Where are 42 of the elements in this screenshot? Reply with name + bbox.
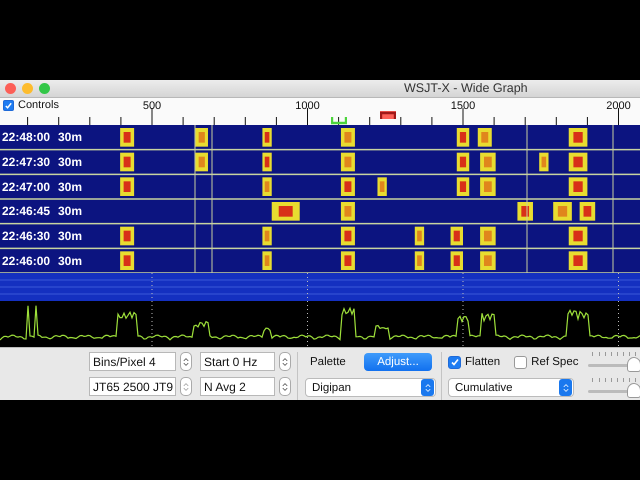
n-avg-field[interactable]: N Avg 2 — [200, 377, 275, 396]
spinner-icon[interactable] — [180, 377, 192, 396]
check-icon — [450, 357, 460, 367]
frequency-label: 2000 — [606, 100, 631, 112]
timestamp-label: 22:46:30 — [1, 228, 52, 243]
ref-spec-checkbox[interactable]: Ref Spec — [514, 356, 578, 368]
updown-arrow-icon — [562, 382, 568, 392]
controls-checkbox[interactable]: Controls — [3, 99, 59, 111]
spinner-icon[interactable] — [279, 377, 291, 396]
band-label: 30m — [57, 228, 82, 243]
spectrum-type-dropdown[interactable]: Cumulative — [448, 378, 574, 397]
flatten-checkbox[interactable]: Flatten — [448, 356, 500, 368]
zoom-button[interactable] — [39, 83, 50, 94]
palette-dropdown[interactable]: Digipan — [305, 378, 436, 397]
band-label: 30m — [57, 130, 82, 144]
bracket-icon[interactable] — [330, 117, 347, 125]
bracket-icon[interactable] — [380, 111, 396, 119]
start-frequency-field[interactable]: Start 0 Hz — [200, 352, 275, 371]
spinner-icon[interactable] — [279, 352, 291, 371]
band-label: 30m — [57, 204, 82, 218]
band-label: 30m — [57, 254, 82, 268]
band-label: 30m — [57, 154, 82, 169]
band-label: 30m — [57, 180, 82, 194]
slider[interactable] — [588, 378, 640, 400]
window-title: WSJT-X - Wide Graph — [404, 81, 528, 95]
check-icon — [4, 100, 13, 110]
close-button[interactable] — [5, 83, 16, 94]
frequency-label: 1000 — [295, 100, 320, 112]
updown-arrow-icon — [424, 382, 430, 392]
timestamp-label: 22:48:00 — [1, 130, 52, 144]
bins-per-pixel-field[interactable]: Bins/Pixel 4 — [89, 352, 176, 371]
timestamp-label: 22:46:45 — [1, 204, 52, 218]
slider[interactable] — [588, 352, 640, 374]
timestamp-label: 22:46:00 — [1, 254, 52, 268]
frequency-label: 1500 — [450, 100, 476, 112]
timestamp-label: 22:47:00 — [1, 180, 52, 194]
adjust-button[interactable]: Adjust... — [364, 353, 432, 371]
frequency-label: 500 — [142, 100, 162, 112]
spinner-icon[interactable] — [180, 352, 192, 371]
palette-label: Palette — [310, 356, 347, 368]
timestamp-label: 22:47:30 — [1, 154, 52, 169]
mode-frequency-field[interactable]: JT65 2500 JT9 — [89, 377, 176, 396]
